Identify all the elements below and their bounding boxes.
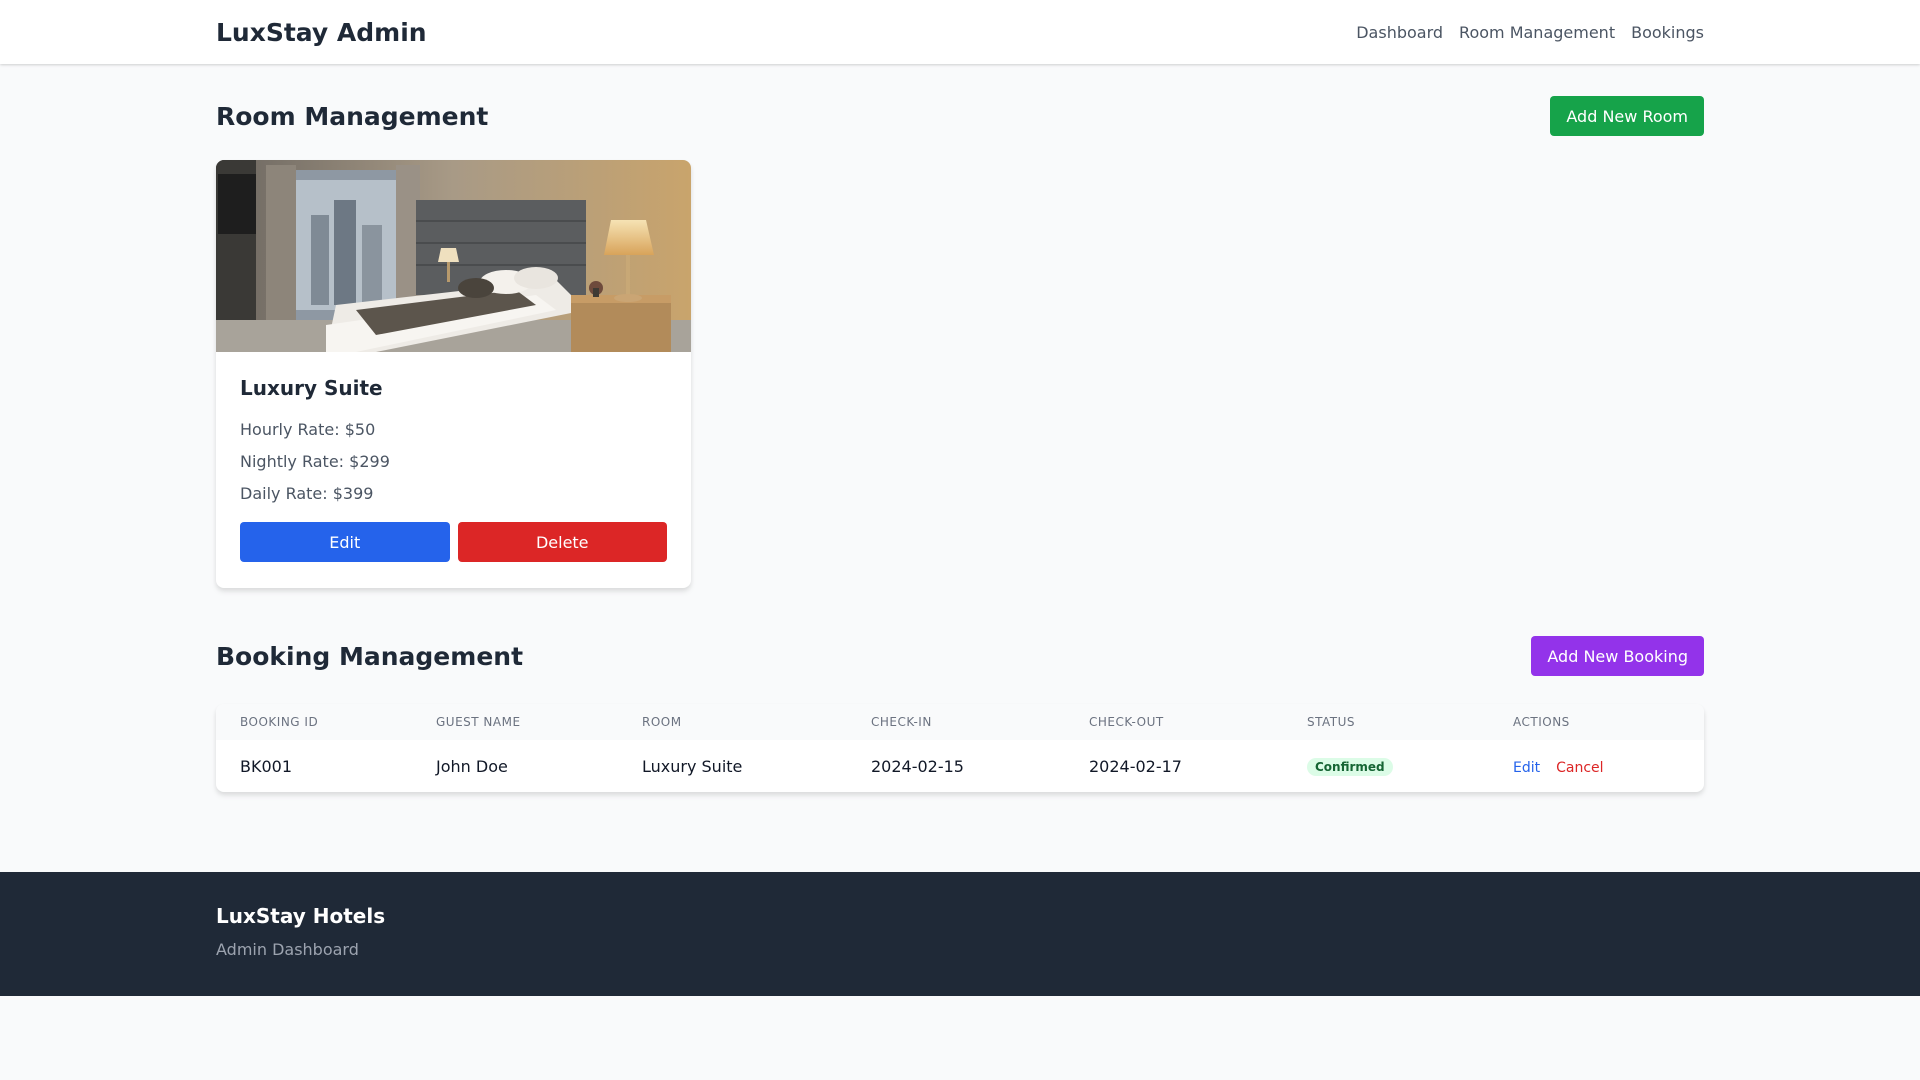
- room-photo: [216, 160, 691, 352]
- nightly-rate: Nightly Rate: $299: [240, 452, 390, 471]
- hourly-rate: Hourly Rate: $50: [240, 420, 376, 439]
- column-header-booking-id: BOOKING ID: [240, 715, 319, 729]
- footer-title: LuxStay Hotels: [216, 904, 386, 928]
- room-name: Luxury Suite: [240, 376, 383, 400]
- footer: LuxStay Hotels Admin Dashboard: [0, 872, 1920, 996]
- booking-management-header: Booking Management Add New Booking: [216, 636, 1704, 676]
- cell-guest-name: John Doe: [436, 756, 508, 776]
- navbar-inner: LuxStay Admin Dashboard Room Management …: [216, 0, 1704, 64]
- cell-booking-id: BK001: [240, 756, 293, 776]
- footer-inner: LuxStay Hotels Admin Dashboard: [216, 904, 385, 959]
- column-header-check-out: CHECK-OUT: [1089, 715, 1164, 729]
- brand-logo[interactable]: LuxStay Admin: [216, 18, 427, 47]
- column-header-status: STATUS: [1307, 715, 1356, 729]
- cell-check-out: 2024-02-17: [1089, 756, 1182, 776]
- nav-link-bookings[interactable]: Bookings: [1631, 23, 1704, 42]
- add-new-booking-button[interactable]: Add New Booking: [1531, 636, 1704, 676]
- footer-subtitle: Admin Dashboard: [216, 940, 359, 959]
- cell-actions: Edit Cancel: [1489, 740, 1704, 792]
- cell-room: Luxury Suite: [642, 756, 743, 776]
- nav-link-room-management[interactable]: Room Management: [1459, 23, 1615, 42]
- room-management-header: Room Management Add New Room: [216, 96, 1704, 136]
- room-photo-illustration: [216, 160, 691, 352]
- room-card: Luxury Suite Hourly Rate: $50 Nightly Ra…: [216, 160, 691, 588]
- nav-link-dashboard[interactable]: Dashboard: [1356, 23, 1443, 42]
- status-badge: Confirmed: [1307, 758, 1393, 776]
- bookings-table-container: BOOKING ID GUEST NAME ROOM CHECK-IN CHEC…: [216, 704, 1704, 792]
- cell-status: Confirmed: [1283, 740, 1489, 792]
- room-card-body: Luxury Suite Hourly Rate: $50 Nightly Ra…: [216, 352, 691, 586]
- column-header-actions: ACTIONS: [1513, 715, 1570, 729]
- table-row: BK001 John Doe Luxury Suite 2024-02-15 2…: [216, 740, 1704, 792]
- room-management-title: Room Management: [216, 101, 489, 131]
- edit-room-button[interactable]: Edit: [240, 522, 450, 562]
- booking-management-title: Booking Management: [216, 641, 524, 671]
- column-header-guest-name: GUEST NAME: [436, 715, 521, 729]
- top-navbar: LuxStay Admin Dashboard Room Management …: [0, 0, 1920, 64]
- column-header-check-in: CHECK-IN: [871, 715, 932, 729]
- add-new-room-button[interactable]: Add New Room: [1550, 96, 1704, 136]
- nav-links: Dashboard Room Management Bookings: [1356, 23, 1704, 42]
- cancel-booking-link[interactable]: Cancel: [1556, 760, 1603, 776]
- room-card-actions: Edit Delete: [240, 522, 667, 562]
- daily-rate: Daily Rate: $399: [240, 484, 374, 503]
- table-header-row: BOOKING ID GUEST NAME ROOM CHECK-IN CHEC…: [216, 704, 1704, 740]
- bookings-table: BOOKING ID GUEST NAME ROOM CHECK-IN CHEC…: [216, 704, 1704, 792]
- column-header-room: ROOM: [642, 715, 682, 729]
- cell-check-in: 2024-02-15: [871, 756, 964, 776]
- edit-booking-link[interactable]: Edit: [1513, 760, 1540, 776]
- delete-room-button[interactable]: Delete: [457, 522, 667, 562]
